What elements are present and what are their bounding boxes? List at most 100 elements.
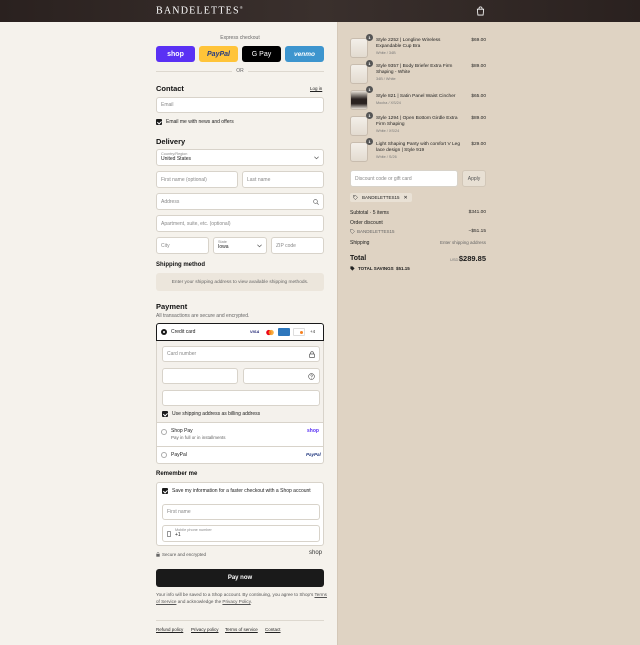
- remember-panel: Save my information for a faster checkou…: [156, 482, 324, 546]
- privacy-link[interactable]: Privacy Policy: [222, 599, 250, 604]
- country-select[interactable]: Country/Region United States: [156, 149, 324, 166]
- product-name: Style 2252 | Longline Wireless Expandabl…: [376, 38, 441, 49]
- product-name: Style 821 | Satin Panel Waist Cincher: [376, 94, 456, 99]
- divider: [156, 620, 324, 621]
- quantity-badge: 1: [366, 60, 373, 67]
- state-select[interactable]: State Iowa: [213, 237, 267, 254]
- apartment-input[interactable]: Apartment, suite, etc. (optional): [156, 215, 324, 232]
- zip-input[interactable]: ZIP code: [271, 237, 324, 254]
- chevron-down-icon: [257, 244, 262, 248]
- express-venmo-button[interactable]: venmo: [285, 46, 324, 62]
- product-price: $89.00: [471, 64, 486, 69]
- total-savings-value: $51.15: [396, 266, 410, 271]
- product-price: $29.00: [471, 142, 486, 147]
- quantity-badge: 1: [366, 86, 373, 93]
- contact-heading: Contact: [156, 84, 184, 93]
- last-name-input[interactable]: Last name: [242, 171, 324, 188]
- phone-input[interactable]: Mobile phone number +1: [162, 525, 320, 542]
- news-checkbox[interactable]: [156, 119, 162, 125]
- city-input[interactable]: City: [156, 237, 209, 254]
- apply-button[interactable]: Apply: [462, 170, 486, 187]
- product-price: $69.00: [471, 38, 486, 43]
- shipping-method-heading: Shipping method: [156, 262, 205, 268]
- remove-discount-icon[interactable]: ✕: [404, 195, 408, 201]
- pay-now-button[interactable]: Pay now: [156, 569, 324, 587]
- tag-icon: [353, 195, 358, 200]
- amex-icon: [278, 328, 290, 336]
- chevron-down-icon: [314, 156, 319, 160]
- news-label: Email me with news and offers: [166, 119, 234, 125]
- secure-encrypted-label: Secure and encrypted: [162, 552, 207, 557]
- privacy-policy-link[interactable]: Privacy policy: [191, 627, 219, 632]
- checkout-form: Express checkout shop PayPal G Pay venmo…: [0, 22, 337, 645]
- subtotal-value: $341.00: [468, 210, 486, 215]
- contact-link[interactable]: Contact: [265, 627, 281, 632]
- payment-note: All transactions are secure and encrypte…: [156, 313, 250, 319]
- product-name: Style 9357 | Body Briefer Extra Firm Sha…: [376, 64, 453, 75]
- divider: [248, 71, 324, 72]
- product-image: [350, 64, 368, 84]
- save-info-checkbox[interactable]: [162, 488, 168, 494]
- discount-tag-label: BANDELETTES15: [362, 195, 400, 200]
- refund-policy-link[interactable]: Refund policy: [156, 627, 183, 632]
- card-details-panel: Card number Use shipping address as bill…: [156, 341, 324, 423]
- paypal-label: PayPal: [171, 452, 187, 458]
- name-on-card-input[interactable]: [162, 390, 320, 406]
- lock-icon: [309, 351, 315, 358]
- shipping-label: Shipping: [350, 240, 370, 246]
- discount-code-label: BANDELETTES15: [357, 229, 395, 234]
- card-number-input[interactable]: Card number: [162, 346, 320, 362]
- quantity-badge: 1: [366, 112, 373, 119]
- discount-code-input[interactable]: Discount code or gift card: [350, 170, 458, 187]
- tag-icon: [350, 229, 355, 234]
- card-number-placeholder: Card number: [167, 351, 197, 357]
- lock-icon: [156, 552, 160, 557]
- radio-selected[interactable]: [161, 329, 167, 335]
- brand-logo[interactable]: BANDELETTES®: [156, 5, 244, 16]
- quantity-badge: 1: [366, 34, 373, 41]
- shipping-value: Enter shipping address: [439, 240, 486, 245]
- expiry-input[interactable]: [162, 368, 238, 384]
- save-info-label: Save my information for a faster checkou…: [172, 488, 311, 494]
- security-code-input[interactable]: [243, 368, 320, 384]
- or-separator: OR: [236, 68, 244, 74]
- shop-disclaimer: Your info will be saved to a Shop accoun…: [156, 591, 328, 605]
- more-cards-count: +4: [310, 329, 316, 334]
- paypal-option[interactable]: PayPal PayPal: [156, 447, 324, 464]
- credit-card-label: Credit card: [171, 329, 196, 335]
- shop-pay-option[interactable]: Shop Pay Pay in full or in installments …: [156, 423, 324, 447]
- terms-of-service-link[interactable]: Terms of service: [225, 627, 258, 632]
- shop-pay-logo: shop: [307, 428, 319, 434]
- express-shop-button[interactable]: shop: [156, 46, 195, 62]
- phone-value: +1: [175, 532, 181, 538]
- country-value: United States: [161, 156, 192, 162]
- address-input[interactable]: Address: [156, 193, 324, 210]
- product-price: $89.00: [471, 116, 486, 121]
- shop-logo: shop: [309, 550, 323, 556]
- total-label: Total: [350, 255, 367, 262]
- address-placeholder: Address: [161, 198, 180, 205]
- mobile-phone-icon: [167, 531, 171, 537]
- express-gpay-button[interactable]: G Pay: [242, 46, 281, 62]
- tag-icon: [350, 266, 355, 271]
- help-icon[interactable]: [308, 373, 315, 380]
- credit-card-option[interactable]: Credit card VISA +4: [156, 323, 324, 341]
- billing-same-checkbox[interactable]: [162, 411, 168, 417]
- billing-same-label: Use shipping address as billing address: [172, 411, 261, 417]
- remember-first-name-input[interactable]: First name: [162, 504, 320, 520]
- shop-pay-radio[interactable]: [161, 429, 167, 435]
- payment-heading: Payment: [156, 302, 188, 311]
- total-savings-label: TOTAL SAVINGS: [358, 266, 394, 271]
- product-variant: White / XS/24: [376, 129, 400, 133]
- first-name-input[interactable]: First name (optional): [156, 171, 238, 188]
- discount-value: −$51.15: [468, 229, 486, 234]
- shopping-bag-icon[interactable]: [476, 6, 485, 16]
- express-paypal-button[interactable]: PayPal: [199, 46, 238, 62]
- product-image: [350, 38, 368, 58]
- product-variant: 34B / White: [376, 77, 396, 81]
- mastercard-icon: [266, 329, 274, 336]
- paypal-radio[interactable]: [161, 452, 167, 458]
- email-input[interactable]: Email: [156, 97, 324, 113]
- login-link[interactable]: Log in: [310, 86, 322, 91]
- total-value: $289.85: [458, 254, 486, 263]
